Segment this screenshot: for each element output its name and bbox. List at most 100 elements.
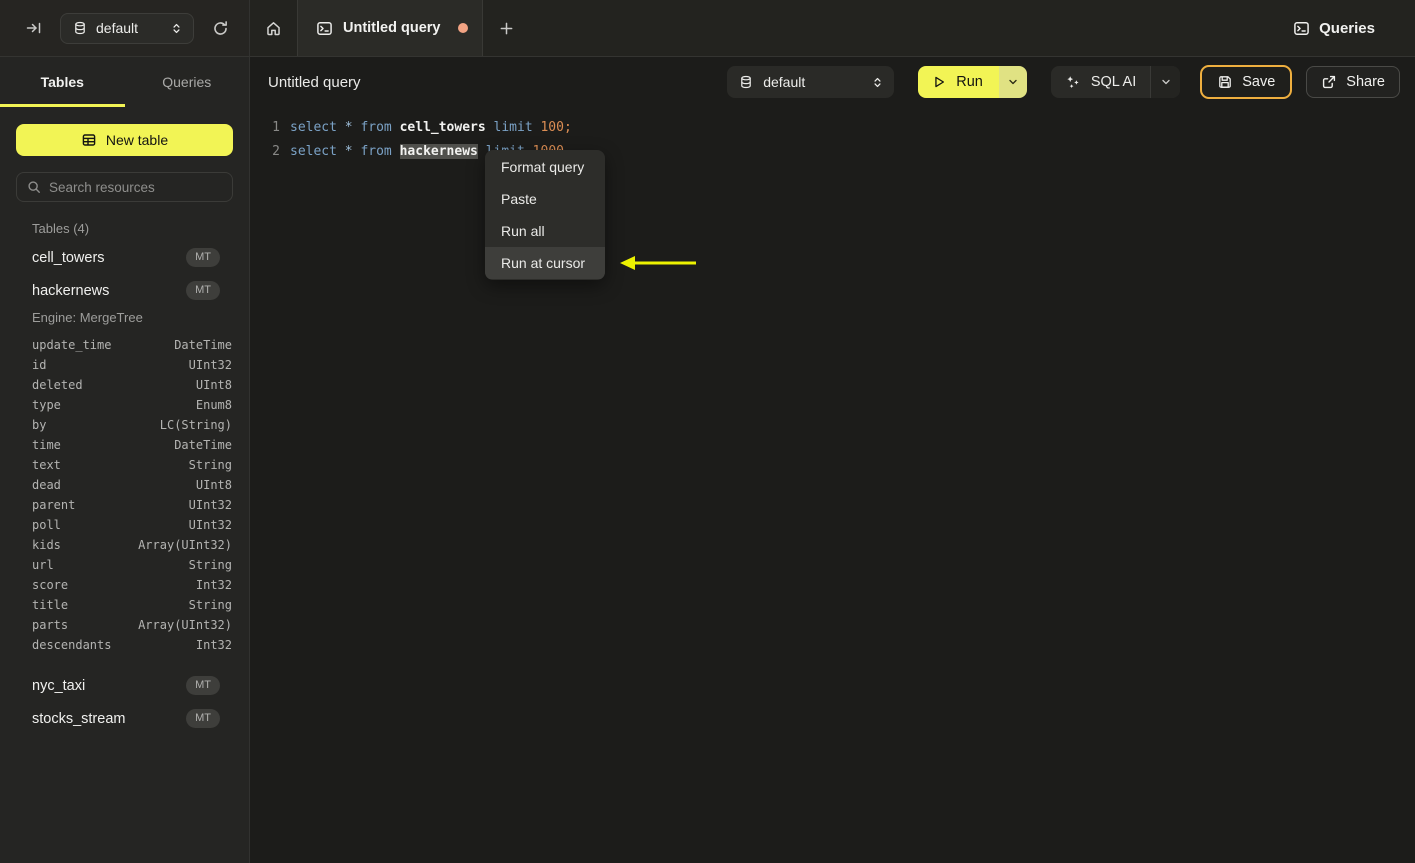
context-menu-item[interactable]: Format query [485, 151, 605, 183]
column-name: kids [32, 538, 61, 552]
run-button-label: Run [956, 74, 983, 90]
table-row[interactable]: stocks_stream MT [0, 702, 249, 735]
columns-list: update_time DateTime id UInt32 deleted UInt8 t… [0, 332, 249, 669]
new-tab-button[interactable] [483, 0, 529, 56]
engine-badge: MT [186, 280, 220, 301]
column-row: descendants Int32 [0, 635, 249, 655]
context-menu-item[interactable]: Run all [485, 215, 605, 247]
column-name: time [32, 438, 61, 452]
table-name: nyc_taxi [32, 677, 86, 694]
sql-token: * [344, 120, 361, 135]
sql-ai-button[interactable]: SQL AI [1051, 66, 1150, 98]
column-name: text [32, 458, 61, 472]
new-table-label: New table [105, 132, 169, 148]
sql-ai-label: SQL AI [1090, 74, 1137, 90]
column-row: text String [0, 455, 249, 475]
sidebar-tabs: Tables Queries [0, 57, 249, 107]
tab-untitled-query[interactable]: Untitled query [297, 0, 483, 56]
left-arrow-annotation [620, 253, 698, 273]
column-type: String [188, 598, 232, 612]
run-button[interactable]: Run [918, 66, 999, 98]
collapse-sidebar-button[interactable] [22, 16, 46, 40]
chevron-down-icon [1007, 76, 1019, 88]
play-icon [932, 75, 946, 89]
context-menu-item[interactable]: Paste [485, 183, 605, 215]
column-row: parent UInt32 [0, 495, 249, 515]
save-button[interactable]: Save [1200, 65, 1293, 99]
sql-ai-options-button[interactable] [1150, 66, 1181, 98]
toolbar-database-selector[interactable]: default [727, 66, 895, 98]
tab-strip: Untitled query [250, 0, 1293, 56]
sql-editor[interactable]: 1 select * from cell_towers limit 100; 2 se… [250, 107, 1415, 164]
column-row: dead UInt8 [0, 475, 249, 495]
column-row: kids Array(UInt32) [0, 535, 249, 555]
sidebar-tab-queries[interactable]: Queries [125, 57, 250, 107]
column-type: Array(UInt32) [138, 618, 232, 632]
terminal-icon [316, 20, 333, 37]
column-name: by [32, 418, 47, 432]
chevron-up-down-icon [871, 76, 884, 89]
table-name: hackernews [32, 282, 110, 299]
column-name: id [32, 358, 47, 372]
column-type: Int32 [195, 638, 232, 652]
database-selector[interactable]: default [60, 12, 194, 44]
context-menu-item[interactable]: Run at cursor [485, 247, 605, 279]
refresh-icon [212, 20, 229, 37]
column-name: parts [32, 618, 69, 632]
search-icon [27, 180, 41, 194]
column-row: url String [0, 555, 249, 575]
sql-token: from [360, 144, 400, 159]
home-icon [265, 20, 282, 37]
sql-token: select [290, 144, 345, 159]
sql-token: hackernews [399, 144, 478, 159]
table-row[interactable]: nyc_taxi MT [0, 669, 249, 702]
engine-badge: MT [186, 247, 220, 268]
home-button[interactable] [250, 0, 297, 56]
column-type: LC(String) [159, 418, 232, 432]
table-row[interactable]: cell_towers MT [0, 241, 249, 274]
sql-token: select [290, 120, 345, 135]
column-type: UInt8 [195, 378, 232, 392]
sparkles-icon [1065, 74, 1081, 90]
column-name: descendants [32, 638, 112, 652]
engine-badge: MT [186, 708, 220, 729]
column-name: poll [32, 518, 61, 532]
database-icon [73, 21, 87, 35]
column-type: DateTime [174, 438, 232, 452]
unsaved-changes-dot [458, 23, 468, 33]
topbar: default Untitled query Queries [0, 0, 1415, 57]
column-type: UInt32 [188, 358, 232, 372]
engine-badge: MT [186, 675, 220, 696]
column-row: update_time DateTime [0, 335, 249, 355]
search-input[interactable] [49, 179, 226, 195]
column-type: Int32 [195, 578, 232, 592]
query-title: Untitled query [268, 73, 361, 91]
refresh-button[interactable] [208, 16, 233, 41]
context-menu: Format query Paste Run all Run at cursor [485, 150, 605, 280]
sql-token: limit [493, 120, 541, 135]
line-number: 1 [272, 120, 280, 135]
column-type: DateTime [174, 338, 232, 352]
column-type: Array(UInt32) [138, 538, 232, 552]
chevron-down-icon [1160, 76, 1172, 88]
code-text: select * from cell_towers limit 100; [280, 116, 572, 140]
column-row: deleted UInt8 [0, 375, 249, 395]
share-button[interactable]: Share [1306, 66, 1400, 98]
sidebar-tab-tables[interactable]: Tables [0, 57, 125, 107]
table-row[interactable]: hackernews MT [0, 274, 249, 307]
column-row: parts Array(UInt32) [0, 615, 249, 635]
new-table-button[interactable]: New table [16, 124, 233, 156]
topbar-left: default [0, 0, 250, 56]
column-type: Enum8 [195, 398, 232, 412]
sql-token: cell_towers [399, 120, 486, 135]
save-button-label: Save [1242, 74, 1276, 90]
run-options-button[interactable] [998, 66, 1027, 98]
main-area: Untitled query default Run SQL AI Save S… [250, 57, 1415, 863]
queries-button[interactable]: Queries [1293, 20, 1375, 37]
column-name: deleted [32, 378, 83, 392]
tables-list: cell_towers MT hackernews MT Engine: MergeTr… [0, 241, 249, 735]
column-type: String [188, 558, 232, 572]
column-type: String [188, 458, 232, 472]
column-row: title String [0, 595, 249, 615]
